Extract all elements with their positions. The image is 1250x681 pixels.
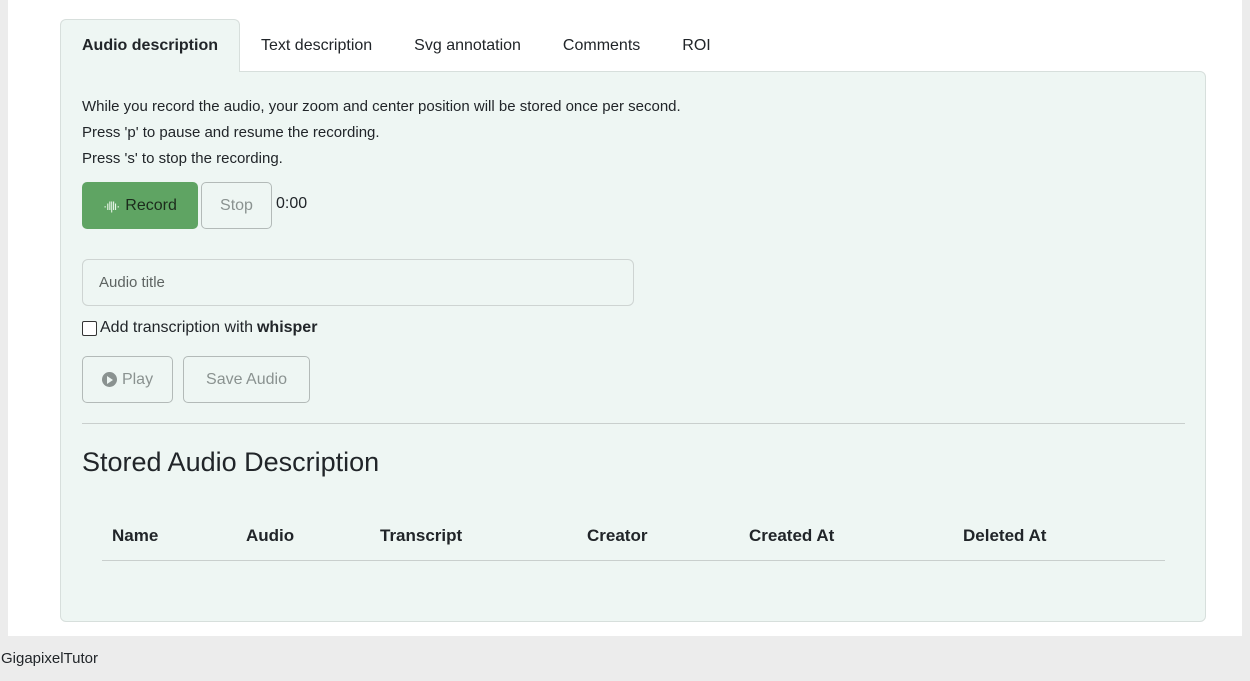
audio-description-panel: Audio description Text description Svg a… (60, 19, 1206, 622)
instruction-pause: Press 'p' to pause and resume the record… (82, 124, 380, 141)
waveform-icon: ·ıl|lı· (103, 198, 120, 213)
stored-audio-heading: Stored Audio Description (82, 447, 380, 477)
play-circle-icon (101, 372, 117, 387)
instruction-stop: Press 's' to stop the recording. (82, 150, 283, 167)
recording-timer: 0:00 (276, 195, 308, 212)
save-audio-button[interactable]: Save Audio (183, 356, 310, 403)
play-button-label: Play (121, 370, 154, 388)
footer-brand: GigapixelTutor (1, 650, 98, 667)
column-header-creator: Creator (587, 526, 648, 545)
audio-title-input[interactable] (82, 259, 634, 306)
tab-audio-description[interactable]: Audio description (60, 19, 240, 72)
stop-button[interactable]: Stop (201, 182, 272, 229)
transcription-option: Add transcription with whisper (82, 319, 317, 337)
transcription-label: Add transcription with (100, 319, 253, 336)
column-header-audio: Audio (246, 526, 295, 545)
tab-text-description[interactable]: Text description (240, 19, 393, 72)
stored-audio-table-header: Name Audio Transcript Creator Created At… (102, 522, 1165, 561)
transcription-checkbox[interactable] (82, 320, 97, 336)
page-margin-right (1242, 0, 1250, 636)
tab-bar: Audio description Text description Svg a… (60, 19, 1206, 72)
column-header-deleted-at: Deleted At (963, 526, 1047, 545)
tab-roi[interactable]: ROI (661, 19, 731, 72)
tab-svg-annotation[interactable]: Svg annotation (393, 19, 542, 72)
column-header-transcript: Transcript (380, 526, 463, 545)
column-header-name: Name (112, 526, 159, 545)
page-margin-left (0, 0, 8, 636)
transcription-model-name: whisper (256, 319, 318, 336)
play-button[interactable]: Play (82, 356, 173, 403)
instruction-zoom-storage: While you record the audio, your zoom an… (82, 98, 681, 115)
tab-content-audio: While you record the audio, your zoom an… (60, 71, 1206, 622)
tab-comments[interactable]: Comments (542, 19, 661, 72)
column-header-created-at: Created At (749, 526, 835, 545)
record-button-label: Record (125, 196, 177, 214)
page-footer: GigapixelTutor (0, 636, 1250, 681)
section-divider (82, 423, 1185, 424)
record-button[interactable]: ·ıl|lı· Record (82, 182, 198, 229)
